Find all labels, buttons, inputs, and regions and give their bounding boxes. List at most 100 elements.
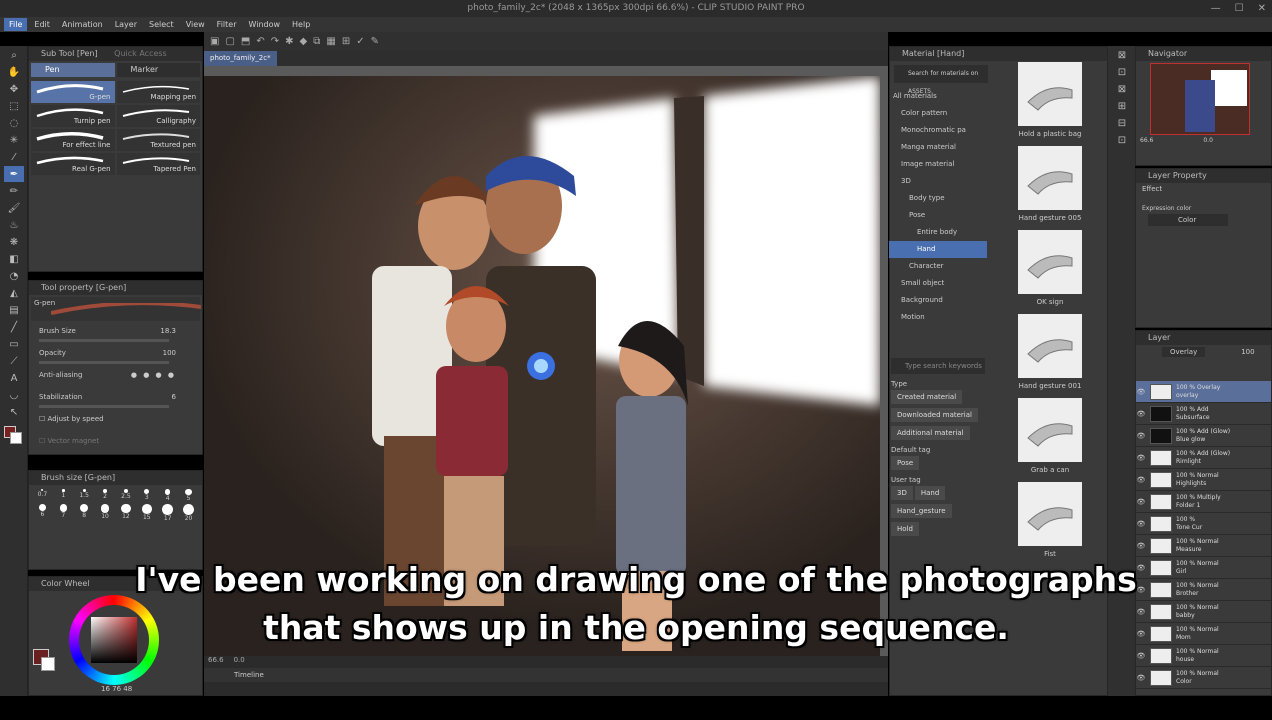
eye-icon[interactable]: 👁 bbox=[1136, 388, 1146, 396]
zoom-readout[interactable]: 66.6 bbox=[208, 656, 224, 668]
material-thumbnail[interactable]: Hold a plastic bag bbox=[1005, 62, 1095, 146]
pen-item[interactable]: Real G-pen bbox=[31, 153, 115, 175]
layer-row[interactable]: 👁 100 % Add (Glow) Blue glow bbox=[1136, 425, 1271, 447]
layer-row[interactable]: 👁 100 % Normal Highlights bbox=[1136, 469, 1271, 491]
tag-button[interactable]: Hand bbox=[914, 486, 946, 500]
tag-button[interactable]: Downloaded material bbox=[891, 408, 978, 422]
tag-button[interactable]: Additional material bbox=[891, 426, 970, 440]
check-icon[interactable]: ✓ bbox=[356, 36, 364, 47]
layer-row[interactable]: 👁 100 % Add (Glow) Rimlight bbox=[1136, 447, 1271, 469]
brush-size-option[interactable]: 1.5 bbox=[75, 489, 94, 502]
eye-icon[interactable]: 👁 bbox=[1136, 476, 1146, 484]
menu-window[interactable]: Window bbox=[243, 18, 285, 31]
brush-size-option[interactable]: 5 bbox=[179, 489, 198, 502]
pen-item[interactable]: Mapping pen bbox=[116, 81, 200, 103]
ruler-icon[interactable]: ⊞ bbox=[342, 36, 350, 47]
eye-icon[interactable]: 👁 bbox=[1136, 454, 1146, 462]
pen-icon[interactable]: ✎ bbox=[371, 36, 379, 47]
panel-icon[interactable]: ⊡ bbox=[1112, 132, 1132, 148]
material-tree-item[interactable]: Motion bbox=[889, 309, 987, 326]
brush-size-option[interactable]: 1 bbox=[54, 489, 73, 502]
brush-size-option[interactable]: 6 bbox=[33, 504, 52, 522]
vector-magnet-row[interactable]: ☐ Vector magnet bbox=[29, 433, 202, 455]
menu-animation[interactable]: Animation bbox=[57, 18, 108, 31]
layer-row[interactable]: 👁 100 % Normal Color bbox=[1136, 667, 1271, 689]
pen-item[interactable]: G-pen bbox=[31, 81, 115, 103]
brush-size-option[interactable]: 3 bbox=[137, 489, 156, 502]
eye-icon[interactable]: 👁 bbox=[1136, 432, 1146, 440]
transform-icon[interactable]: ⧉ bbox=[313, 36, 320, 47]
panel-icon[interactable]: ⊠ bbox=[1112, 81, 1132, 97]
eye-icon[interactable]: 👁 bbox=[1136, 498, 1146, 506]
tag-button[interactable]: Created material bbox=[891, 390, 963, 404]
open-icon[interactable]: ▢ bbox=[225, 36, 234, 47]
pen-item[interactable]: Tapered Pen bbox=[116, 153, 200, 175]
material-tree-item[interactable]: Entire body bbox=[889, 224, 987, 241]
menu-layer[interactable]: Layer bbox=[110, 18, 142, 31]
color-swatch-pair[interactable] bbox=[33, 649, 55, 671]
lasso-tool-icon[interactable]: ◌ bbox=[4, 115, 24, 131]
material-tree-item[interactable]: 3D bbox=[889, 173, 987, 190]
canvas-tab[interactable]: photo_family_2c* bbox=[204, 51, 277, 66]
brush-size-option[interactable]: 17 bbox=[158, 504, 177, 522]
redo-icon[interactable]: ↷ bbox=[271, 36, 279, 47]
panel-icon[interactable]: ⊞ bbox=[1112, 98, 1132, 114]
save-icon[interactable]: ⬒ bbox=[241, 36, 250, 47]
menu-filter[interactable]: Filter bbox=[212, 18, 242, 31]
eye-icon[interactable]: 👁 bbox=[1136, 520, 1146, 528]
fill-icon[interactable]: ◆ bbox=[300, 36, 308, 47]
gradient-tool-icon[interactable]: ▤ bbox=[4, 302, 24, 318]
settings-icon[interactable]: ✱ bbox=[285, 36, 293, 47]
figure-tool-icon[interactable]: ╱ bbox=[4, 319, 24, 335]
brush-size-option[interactable]: 12 bbox=[117, 504, 136, 522]
pen-item[interactable]: Textured pen bbox=[116, 129, 200, 151]
pen-tool-icon[interactable]: ✒ bbox=[4, 166, 24, 182]
tag-button[interactable]: 3D bbox=[891, 486, 913, 500]
material-tree-item[interactable]: All materials bbox=[889, 88, 987, 105]
frame-tool-icon[interactable]: ▭ bbox=[4, 336, 24, 352]
eraser-tool-icon[interactable]: ◧ bbox=[4, 251, 24, 267]
eye-icon[interactable]: 👁 bbox=[1136, 542, 1146, 550]
blend-tool-icon[interactable]: ◔ bbox=[4, 268, 24, 284]
color-swatch[interactable] bbox=[4, 426, 22, 444]
stabilization-value[interactable]: 6 bbox=[172, 393, 176, 401]
material-thumbnail[interactable]: OK sign bbox=[1005, 230, 1095, 314]
stabilization-row[interactable]: Stabilization 6 bbox=[29, 389, 202, 411]
tag-button[interactable]: Pose bbox=[891, 456, 920, 470]
maximize-icon[interactable]: ☐ bbox=[1235, 0, 1244, 17]
material-thumbnail[interactable]: Fist bbox=[1005, 482, 1095, 566]
correct-line-tool-icon[interactable]: ↖ bbox=[4, 404, 24, 420]
antialias-row[interactable]: Anti-aliasing ● ● ● ● bbox=[29, 367, 202, 389]
timeline-title[interactable]: Timeline bbox=[204, 668, 888, 682]
opacity-row[interactable]: Opacity 100 bbox=[29, 345, 202, 367]
material-tree-item[interactable]: Small object bbox=[889, 275, 987, 292]
adjust-speed-row[interactable]: ☐ Adjust by speed bbox=[29, 411, 202, 433]
material-tree-item[interactable]: Image material bbox=[889, 156, 987, 173]
brush-size-option[interactable]: 4 bbox=[158, 489, 177, 502]
material-tree-item[interactable]: Body type bbox=[889, 190, 987, 207]
pen-item[interactable]: Calligraphy bbox=[116, 105, 200, 127]
select-tool-icon[interactable]: ⬚ bbox=[4, 98, 24, 114]
balloon-tool-icon[interactable]: ◡ bbox=[4, 387, 24, 403]
airbrush-tool-icon[interactable]: ♨ bbox=[4, 217, 24, 233]
panel-icon[interactable]: ⊠ bbox=[1112, 47, 1132, 63]
layer-row[interactable]: 👁 100 % Overlay overlay bbox=[1136, 381, 1271, 403]
eye-icon[interactable]: 👁 bbox=[1136, 652, 1146, 660]
ruler-tool-icon[interactable]: ⟋ bbox=[4, 353, 24, 369]
hand-tool-icon[interactable]: ✋ bbox=[4, 64, 24, 80]
quick-access-tab[interactable]: Quick Access bbox=[114, 49, 167, 58]
menu-file[interactable]: File bbox=[4, 18, 28, 31]
new-icon[interactable]: ▣ bbox=[210, 36, 219, 47]
material-tree-item[interactable]: Color pattern bbox=[889, 105, 987, 122]
move-tool-icon[interactable]: ✥ bbox=[4, 81, 24, 97]
pen-item[interactable]: Turnip pen bbox=[31, 105, 115, 127]
eye-icon[interactable]: 👁 bbox=[1136, 410, 1146, 418]
navigator-preview[interactable] bbox=[1150, 63, 1250, 135]
material-search-input[interactable]: Type search keywords bbox=[891, 358, 985, 374]
minimize-icon[interactable]: — bbox=[1211, 0, 1221, 17]
material-thumbnail[interactable]: Hand gesture 001 bbox=[1005, 314, 1095, 398]
material-tree-item[interactable]: Background bbox=[889, 292, 987, 309]
blend-mode-select[interactable]: Overlay bbox=[1162, 347, 1206, 357]
material-thumbnail[interactable]: Grab a can bbox=[1005, 398, 1095, 482]
undo-icon[interactable]: ↶ bbox=[256, 36, 264, 47]
